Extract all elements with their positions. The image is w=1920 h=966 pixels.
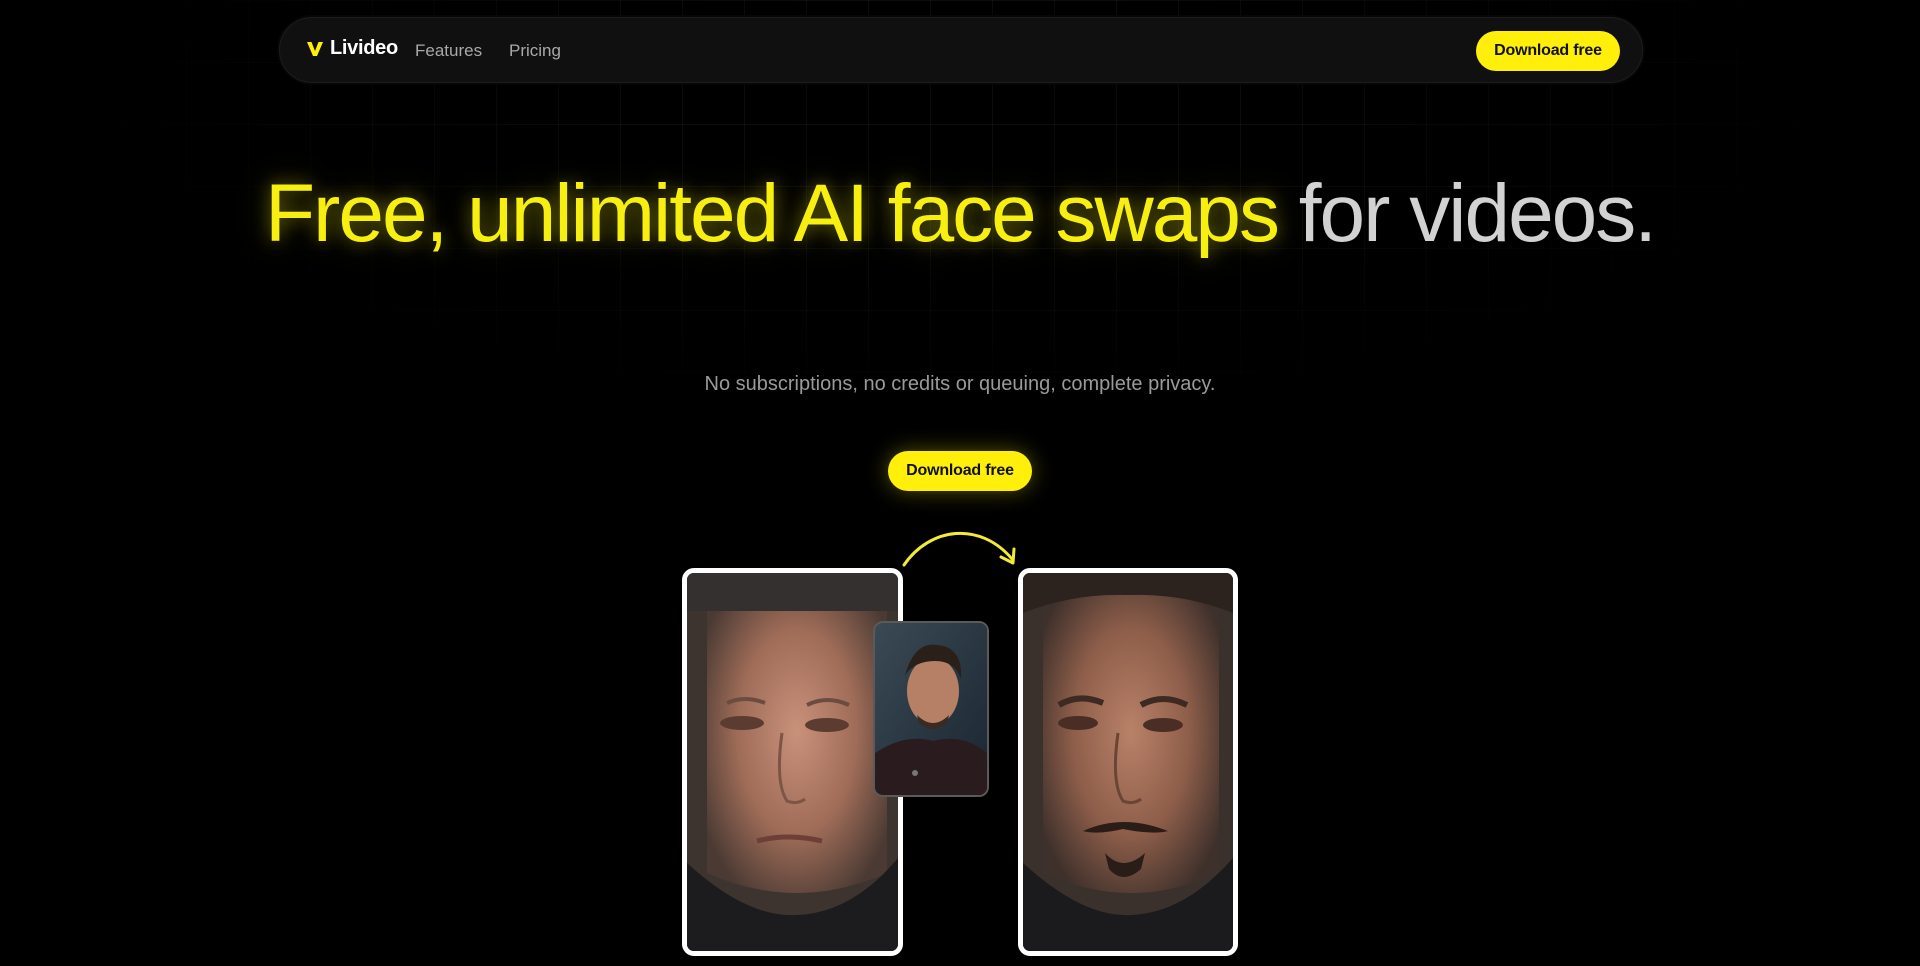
logo-v-icon bbox=[307, 41, 323, 56]
nav-link-features[interactable]: Features bbox=[415, 41, 482, 61]
hero-title: Free, unlimited AI face swaps for videos… bbox=[260, 170, 1660, 258]
swapped-face-image bbox=[1023, 573, 1233, 951]
hero-download-button[interactable]: Download free bbox=[888, 451, 1032, 491]
original-face-image bbox=[687, 573, 898, 951]
logo[interactable]: Livideo bbox=[306, 37, 398, 60]
hero-title-rest: for videos. bbox=[1277, 168, 1657, 259]
hero-title-highlight: Free, unlimited AI face swaps bbox=[264, 168, 1280, 259]
top-navbar: Livideo Features Pricing Download free bbox=[279, 17, 1643, 83]
original-video-frame bbox=[682, 568, 903, 956]
reference-face-thumbnail bbox=[873, 621, 989, 797]
reference-face-image bbox=[875, 623, 987, 795]
curved-arrow-icon bbox=[902, 531, 1016, 567]
nav-download-button[interactable]: Download free bbox=[1476, 31, 1620, 71]
swapped-video-frame bbox=[1018, 568, 1238, 956]
hero-subtitle: No subscriptions, no credits or queuing,… bbox=[704, 373, 1216, 395]
logo-text: Livideo bbox=[330, 37, 398, 59]
nav-link-pricing[interactable]: Pricing bbox=[509, 41, 561, 61]
